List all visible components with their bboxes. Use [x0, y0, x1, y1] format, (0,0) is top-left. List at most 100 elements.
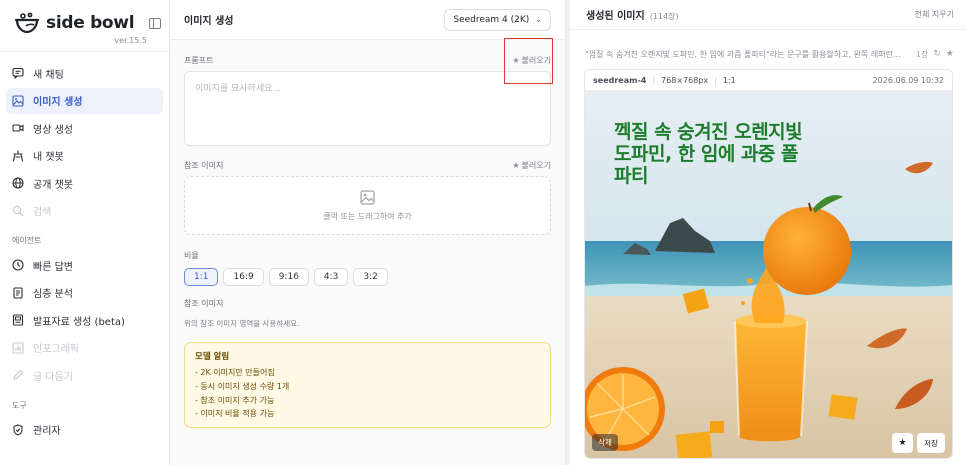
ratio-label: 비율	[184, 250, 199, 260]
ratio-button-1-1[interactable]: 1:1	[184, 268, 219, 286]
clock-icon	[12, 259, 24, 271]
ratio-button-16-9[interactable]: 16:9	[223, 268, 264, 286]
sidebar-item-quick-answer[interactable]: 빠른 답변	[6, 252, 163, 278]
sidebar-item-label: 관리자	[33, 426, 61, 437]
brand-version: ver.15.5	[114, 36, 147, 45]
sidebar-item-label: 새 채팅	[33, 69, 64, 81]
bot-icon	[12, 149, 24, 162]
bowl-logo-icon	[14, 12, 40, 34]
star-icon[interactable]: ★	[946, 49, 954, 59]
sidebar-item-label: 심층 분석	[33, 289, 73, 300]
reference-label-row-2: 참조 이미지	[184, 296, 551, 310]
sidebar-item-label: 공개 챗봇	[33, 179, 73, 191]
model-select[interactable]: Seedream 4 (2K) ⌄	[444, 8, 551, 31]
image-headline: 껙질 속 숭겨진 오렌지빛 도파민, 한 임에 과중 폴파티	[614, 121, 803, 187]
sidebar-item-label: 빠른 답변	[33, 261, 73, 273]
prompt-load-button[interactable]: ★ 불러오기	[512, 55, 551, 66]
ratio-label-row: 비율	[184, 248, 551, 262]
sidebar-item-my-chatbot[interactable]: 내 챗봇	[6, 143, 163, 169]
retry-icon[interactable]: ↻	[933, 49, 941, 59]
image-generator-panel: 이미지 생성 Seedream 4 (2K) ⌄ 프롬프트 ★ 불러오기 이미지를…	[170, 0, 566, 465]
reference-load-label: 불러오기	[521, 160, 551, 170]
notice-item: - 참조 이미지 추가 가능	[195, 395, 275, 405]
sidebar-item-search[interactable]: 검색	[6, 198, 163, 224]
meta-separator: |	[652, 75, 656, 85]
reference-help-text: 위의 참조 이미지 영역을 사용하세요.	[184, 319, 300, 328]
generator-header: 이미지 생성 Seedream 4 (2K) ⌄	[170, 0, 565, 40]
favorite-button[interactable]: ★	[892, 433, 913, 453]
reference-hint: 클릭 또는 드래그하여 추가	[323, 211, 412, 221]
result-prompt-caption[interactable]: "껍질 속 숨겨진 오렌지빛 도파민, 한 입에 과즙 폴파티"라는 문구를 활…	[585, 49, 912, 60]
image-icon	[12, 94, 24, 107]
results-panel: 생성된 이미지 (114장) 전체 지우기 "껍질 속 숨겨진 오렌지빛 도파민,…	[570, 0, 966, 465]
sidebar-item-label: 내 챗봇	[33, 152, 64, 163]
logo[interactable]: side bowl	[14, 12, 157, 34]
sidebar-item-label: 검색	[33, 207, 52, 218]
result-image-count: 1장	[915, 49, 929, 59]
sidebar-item-label: 이미지 생성	[33, 97, 83, 108]
sidebar-item-image-generation[interactable]: 이미지 생성	[6, 87, 163, 114]
sidebar-item-deep-analysis[interactable]: 심층 분석	[6, 280, 163, 306]
ratio-button-4-3[interactable]: 4:3	[313, 268, 349, 286]
generator-title: 이미지 생성	[184, 16, 234, 27]
sidebar-nav: 새 채팅 이미지 생성 영상 생성 내 챗봇 공개 챗봇 검색 에이전트 빠른 …	[0, 52, 169, 443]
sidebar-collapse-icon[interactable]	[149, 18, 161, 29]
generator-body: 프롬프트 ★불러오기 이미지를 묘사하세요... 참조 이미지 ★불러오기	[170, 40, 565, 440]
notice-item: - 이미지 비율 적용 가능	[195, 409, 275, 419]
prompt-load-label: 불러오기	[521, 55, 551, 65]
search-icon	[12, 205, 24, 217]
result-ratio: 1:1	[722, 75, 736, 85]
sidebar: side bowl ver.15.5 새 채팅 이미지 생성 영상 생성 내 챗…	[0, 0, 170, 465]
result-card-meta: seedream-4 | 768×768px | 1:1 2026.06.09 …	[585, 70, 952, 91]
agent-section-label: 에이전트	[12, 236, 42, 245]
notice-title: 모델 알림	[195, 352, 230, 362]
sidebar-item-label: 인포그래픽	[33, 344, 79, 355]
sidebar-item-admin[interactable]: 관리자	[6, 417, 163, 443]
sidebar-item-video-generation[interactable]: 영상 생성	[6, 115, 163, 141]
notice-item: - 동시 이미지 생성 수량 1개	[195, 381, 290, 391]
chat-icon	[12, 67, 24, 79]
sidebar-item-new-chat[interactable]: 새 채팅	[6, 60, 163, 86]
prompt-label-row: 프롬프트 ★ 불러오기	[184, 53, 551, 67]
sidebar-item-public-chatbot[interactable]: 공개 챗봇	[6, 170, 163, 196]
result-size: 768×768px	[661, 75, 709, 85]
results-title-text: 생성된 이미지	[586, 11, 645, 22]
sidebar-item-infographic[interactable]: 인포그래픽	[6, 335, 163, 361]
model-select-value: Seedream 4 (2K)	[453, 14, 530, 25]
prompt-input[interactable]: 이미지를 묘사하세요...	[184, 71, 551, 146]
notice-item: - 2K 이미지만 만들어짐	[195, 368, 275, 377]
reference-dropzone[interactable]: 클릭 또는 드래그하여 추가	[184, 176, 551, 235]
chevron-down-icon: ⌄	[535, 15, 542, 24]
clear-all-button[interactable]: 전체 지우기	[915, 9, 954, 20]
ratio-button-3-2[interactable]: 3:2	[353, 268, 388, 286]
brand-name: side bowl	[46, 13, 135, 33]
reference-load-button[interactable]: ★ 불러오기	[512, 160, 551, 171]
sidebar-item-polish-text[interactable]: 글 다듬기	[6, 362, 163, 388]
save-button[interactable]: 저장	[917, 433, 945, 453]
sidebar-item-label: 발표자료 생성 (beta)	[33, 316, 125, 328]
model-notice: 모델 알림 - 2K 이미지만 만들어짐 - 동시 이미지 생성 수량 1개 -…	[184, 342, 551, 428]
results-count: (114장)	[649, 12, 679, 21]
ratio-selector: 1:1 16:9 9:16 4:3 3:2	[184, 268, 551, 286]
brand-header: side bowl ver.15.5	[0, 0, 169, 52]
result-date: 2026.06.09 10:32	[872, 75, 944, 85]
tools-section-label: 도구	[12, 400, 27, 410]
reference-label: 참조 이미지	[184, 160, 224, 170]
result-image[interactable]: 껙질 속 숭겨진 오렌지빛 도파민, 한 임에 과중 폴파티 삭제 ★ 저장	[585, 91, 952, 458]
sidebar-item-presentation[interactable]: 발표자료 생성 (beta)	[6, 307, 163, 333]
pen-icon	[12, 369, 24, 381]
app: side bowl ver.15.5 새 채팅 이미지 생성 영상 생성 내 챗…	[0, 0, 966, 465]
sidebar-item-label: 영상 생성	[33, 124, 73, 136]
prompt-placeholder: 이미지를 묘사하세요...	[195, 84, 281, 94]
delete-button[interactable]: 삭제	[592, 434, 618, 451]
results-header: 생성된 이미지 (114장) 전체 지우기	[570, 0, 966, 30]
result-card: seedream-4 | 768×768px | 1:1 2026.06.09 …	[584, 69, 953, 459]
image-upload-icon	[360, 189, 375, 205]
reference-label-2: 참조 이미지	[184, 298, 224, 308]
ratio-button-9-16[interactable]: 9:16	[268, 268, 309, 286]
presentation-icon	[12, 314, 24, 326]
prompt-label: 프롬프트	[184, 55, 214, 65]
star-icon: ★	[898, 438, 907, 448]
meta-separator: |	[714, 75, 717, 85]
reference-label-row: 참조 이미지 ★ 불러오기	[184, 158, 551, 172]
